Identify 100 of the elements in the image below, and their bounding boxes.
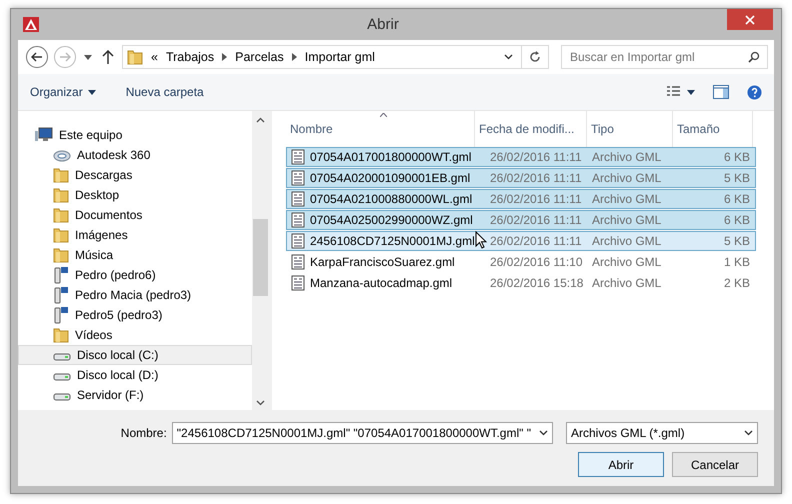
- size-cell-text: 6 KB: [722, 192, 751, 206]
- computer-icon: [35, 127, 53, 143]
- date-cell-text: 26/02/2016 11:11: [489, 171, 583, 185]
- close-icon: [745, 14, 755, 24]
- folder-icon: [53, 167, 69, 183]
- type-cell-text: Archivo GML: [591, 234, 662, 248]
- breadcrumb[interactable]: Parcelas: [235, 50, 284, 64]
- nav-item[interactable]: Desktop: [18, 185, 252, 205]
- scroll-up-icon[interactable]: [256, 117, 265, 123]
- file-row[interactable]: 07054A020001090001EB.gml 26/02/2016 11:11 Archivo GML 5 KB: [286, 168, 756, 188]
- dropdown-caret-icon: [504, 54, 513, 60]
- size-cell-text: 6 KB: [722, 150, 751, 164]
- file-type-dropdown[interactable]: Archivos GML (*.gml): [566, 422, 758, 444]
- nav-item[interactable]: Pedro Macia (pedro3): [18, 285, 252, 305]
- date-cell-text: 26/02/2016 11:11: [489, 192, 583, 206]
- nav-item[interactable]: Este equipo: [18, 125, 252, 145]
- breadcrumb[interactable]: Importar gml: [304, 50, 375, 64]
- nav-item[interactable]: Servidor (F:): [18, 385, 252, 405]
- breadcrumb[interactable]: Trabajos: [166, 50, 214, 64]
- file-name: 07054A021000880000WL.gml: [310, 192, 472, 206]
- separator-arrow-icon: [222, 53, 228, 61]
- type-cell-text: Archivo GML: [591, 213, 662, 227]
- filename-field[interactable]: "2456108CD7125N0001MJ.gml" "07054A017001800000WT.gml" ": [172, 422, 553, 444]
- nav-item[interactable]: Música: [18, 245, 252, 265]
- nav-item[interactable]: Autodesk 360: [18, 145, 252, 165]
- scrollbar-thumb[interactable]: [253, 219, 268, 296]
- size-cell-text: 5 KB: [722, 234, 751, 248]
- search-field[interactable]: Buscar en Importar gml: [561, 45, 768, 69]
- date-cell-text: 26/02/2016 15:18: [489, 276, 584, 290]
- forward-arrow-icon: [59, 52, 71, 62]
- size-cell-text: 1 KB: [722, 255, 751, 269]
- file-row[interactable]: KarpaFranciscoSuarez.gml 26/02/2016 11:10 Archivo GML 1 KB: [286, 252, 756, 272]
- new-folder-button[interactable]: Nueva carpeta: [126, 85, 204, 99]
- organize-menu[interactable]: Organizar: [30, 85, 96, 99]
- help-icon[interactable]: [747, 84, 762, 100]
- size-cell-text: 5 KB: [722, 171, 751, 185]
- back-arrow-icon: [31, 52, 43, 62]
- scrollbar[interactable]: [252, 111, 269, 410]
- dialog-button[interactable]: Abrir: [578, 452, 664, 477]
- nav-item[interactable]: Disco local (D:): [18, 365, 252, 385]
- file-name: 07054A025002990000WZ.gml: [310, 213, 473, 227]
- overflow-chevron[interactable]: «: [151, 50, 158, 64]
- nav-item[interactable]: Imágenes: [18, 225, 252, 245]
- file-row[interactable]: 2456108CD7125N0001MJ.gml 26/02/2016 11:11 Archivo GML 5 KB: [286, 231, 756, 251]
- network-drive-icon: [53, 286, 69, 304]
- window-title: Abrir: [366, 16, 400, 33]
- file-row[interactable]: 07054A025002990000WZ.gml 26/02/2016 11:11 Archivo GML 6 KB: [286, 210, 756, 230]
- nav-item[interactable]: Pedro5 (pedro3): [18, 305, 252, 325]
- date-cell-text: 26/02/2016 11:11: [489, 150, 583, 164]
- folder-icon: [53, 327, 69, 343]
- folder-icon: [127, 49, 143, 65]
- type-cell-text: Archivo GML: [591, 192, 662, 206]
- file-name: Manzana-autocadmap.gml: [310, 276, 452, 290]
- file-name: KarpaFranciscoSuarez.gml: [310, 255, 455, 269]
- folder-icon: [53, 227, 69, 243]
- file-row[interactable]: 07054A021000880000WL.gml 26/02/2016 11:11 Archivo GML 6 KB: [286, 189, 756, 209]
- document-icon: [291, 254, 305, 270]
- caret-icon: [539, 430, 548, 436]
- close-button[interactable]: [727, 9, 773, 30]
- mouse-cursor-icon: [475, 231, 487, 249]
- filename-label: Nombre:: [120, 426, 167, 440]
- folder-icon: [53, 187, 69, 203]
- dialog-button[interactable]: Cancelar: [672, 452, 758, 477]
- recent-locations-button[interactable]: [82, 54, 94, 60]
- nav-item[interactable]: Descargas: [18, 165, 252, 185]
- cloud-icon: [53, 148, 71, 162]
- up-button[interactable]: [100, 50, 116, 64]
- back-button[interactable]: [26, 46, 48, 68]
- scroll-down-icon[interactable]: [256, 400, 265, 406]
- nav-item[interactable]: Vídeos: [18, 325, 252, 345]
- address-bar[interactable]: « Trabajos Parcelas Importar gml: [122, 45, 549, 69]
- document-icon: [291, 191, 305, 207]
- separator-arrow-icon: [292, 53, 297, 61]
- date-cell-text: 26/02/2016 11:11: [489, 213, 583, 227]
- caret-icon: [744, 430, 753, 436]
- preview-pane-icon[interactable]: [713, 85, 729, 99]
- type-cell-text: Archivo GML: [591, 276, 662, 290]
- nav-item[interactable]: Documentos: [18, 205, 252, 225]
- folder-icon: [53, 207, 69, 223]
- file-row[interactable]: Manzana-autocadmap.gml 26/02/2016 15:18 Archivo GML 2 KB: [286, 273, 756, 293]
- caret-icon: [88, 90, 96, 94]
- refresh-icon: [529, 51, 541, 63]
- nav-item[interactable]: Disco local (C:): [18, 345, 252, 365]
- type-cell-text: Archivo GML: [591, 255, 662, 269]
- size-cell-text: 6 KB: [722, 213, 751, 227]
- file-name: 2456108CD7125N0001MJ.gml: [310, 234, 475, 248]
- size-cell-text: 2 KB: [722, 276, 751, 290]
- date-cell-text: 26/02/2016 11:11: [489, 234, 583, 248]
- document-icon: [291, 233, 305, 249]
- view-options-icon[interactable]: [667, 86, 695, 98]
- file-row[interactable]: 07054A017001800000WT.gml 26/02/2016 11:11 Archivo GML 6 KB: [286, 147, 756, 167]
- type-cell-text: Archivo GML: [591, 150, 662, 164]
- app-logo-icon: [23, 17, 39, 32]
- date-cell-text: 26/02/2016 11:10: [489, 255, 584, 269]
- nav-item[interactable]: Pedro (pedro6): [18, 265, 252, 285]
- file-name: 07054A017001800000WT.gml: [310, 150, 472, 164]
- type-cell-text: Archivo GML: [591, 171, 662, 185]
- file-name: 07054A020001090001EB.gml: [310, 171, 470, 185]
- network-drive-icon: [53, 266, 69, 284]
- document-icon: [291, 170, 305, 186]
